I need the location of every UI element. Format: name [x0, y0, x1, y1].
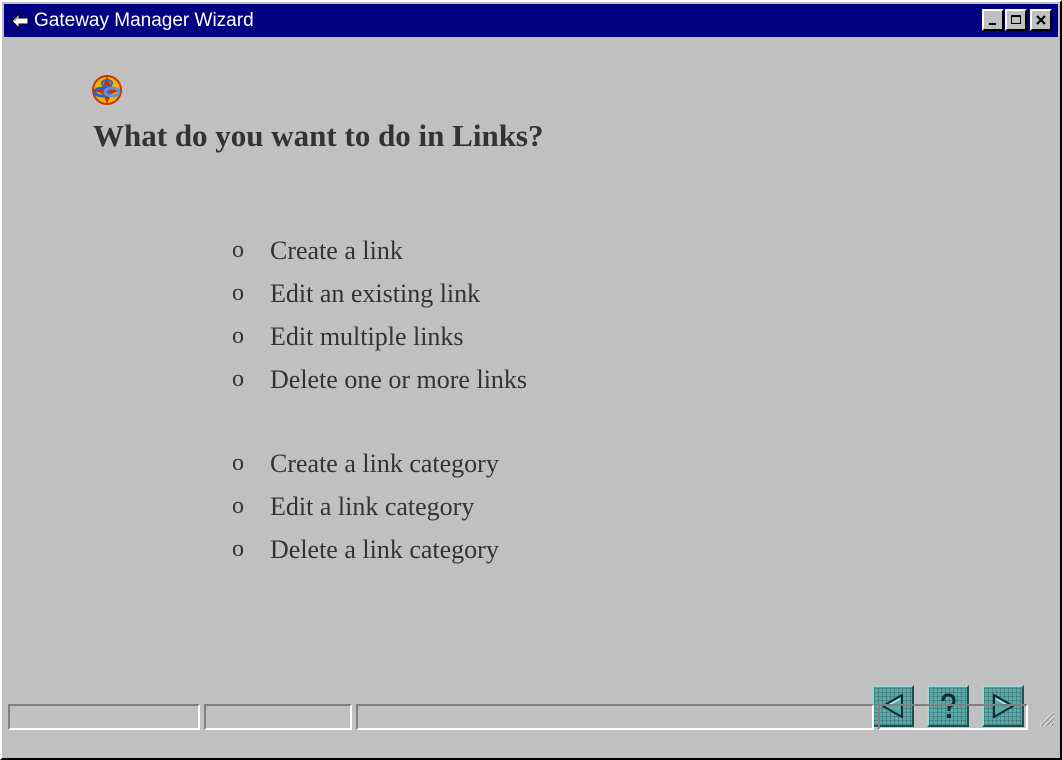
link-options-list: o Create a link o Edit an existing link … [232, 229, 527, 401]
resize-grip-icon[interactable] [1036, 708, 1056, 728]
option-delete-link-category[interactable]: o Delete a link category [232, 528, 499, 571]
wizard-arrow-icon [11, 12, 29, 30]
status-cell-1 [8, 704, 200, 730]
option-bullet: o [232, 366, 244, 392]
option-bullet: o [232, 280, 244, 306]
option-label: Edit a link category [270, 491, 475, 521]
minimize-icon [989, 23, 996, 25]
option-edit-link-category[interactable]: o Edit a link category [232, 485, 499, 528]
status-cell-3 [356, 704, 874, 730]
close-button[interactable] [1030, 9, 1052, 31]
close-icon [1036, 15, 1046, 25]
option-bullet: o [232, 323, 244, 349]
window-controls [981, 9, 1052, 31]
option-edit-existing-link[interactable]: o Edit an existing link [232, 272, 527, 315]
option-label: Edit an existing link [270, 278, 481, 308]
option-edit-multiple-links[interactable]: o Edit multiple links [232, 315, 527, 358]
title-bar[interactable]: Gateway Manager Wizard [4, 4, 1058, 37]
option-bullet: o [232, 536, 244, 562]
option-label: Create a link [270, 235, 403, 265]
wizard-window: Gateway Manager Wizard What do you want … [0, 0, 1062, 760]
status-cell-2 [204, 704, 352, 730]
status-bar [4, 702, 1058, 732]
status-cell-4 [878, 704, 1028, 730]
option-label: Delete a link category [270, 534, 499, 564]
option-bullet: o [232, 493, 244, 519]
window-title: Gateway Manager Wizard [34, 10, 254, 31]
maximize-icon [1011, 15, 1021, 24]
option-label: Create a link category [270, 448, 499, 478]
wizard-content: What do you want to do in Links? o Creat… [4, 37, 1058, 727]
maximize-button[interactable] [1005, 9, 1027, 31]
page-heading: What do you want to do in Links? [93, 118, 544, 153]
links-chain-icon [92, 75, 122, 105]
option-create-link[interactable]: o Create a link [232, 229, 527, 272]
option-create-link-category[interactable]: o Create a link category [232, 442, 499, 485]
option-bullet: o [232, 237, 244, 263]
option-bullet: o [232, 450, 244, 476]
option-label: Delete one or more links [270, 364, 528, 394]
category-options-list: o Create a link category o Edit a link c… [232, 442, 499, 571]
option-delete-links[interactable]: o Delete one or more links [232, 358, 527, 401]
minimize-button[interactable] [982, 9, 1004, 31]
option-label: Edit multiple links [270, 321, 464, 351]
